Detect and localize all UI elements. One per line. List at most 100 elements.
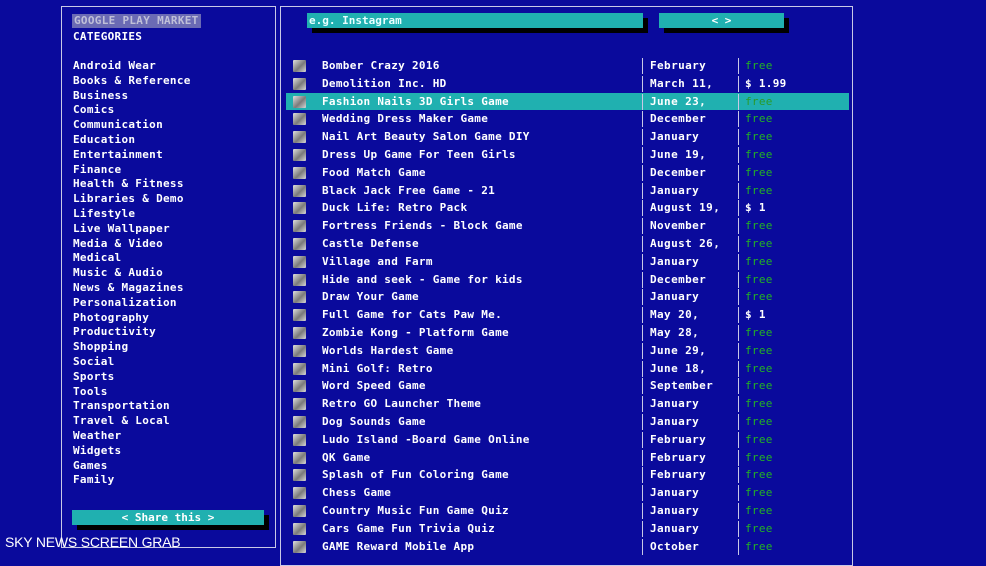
category-item[interactable]: Photography bbox=[73, 311, 191, 326]
app-date: June 23, bbox=[650, 94, 707, 108]
column-divider bbox=[642, 218, 643, 235]
category-item[interactable]: Libraries & Demo bbox=[73, 192, 191, 207]
column-divider bbox=[642, 378, 643, 395]
app-row[interactable]: Duck Life: Retro Pack August 19, $ 1 bbox=[286, 199, 849, 217]
category-item[interactable]: Shopping bbox=[73, 340, 191, 355]
app-row[interactable]: Country Music Fun Game Quiz January free bbox=[286, 502, 849, 520]
app-thumbnail-icon bbox=[293, 504, 306, 517]
app-thumbnail-icon bbox=[293, 309, 306, 322]
app-name: Chess Game bbox=[322, 486, 392, 500]
category-item[interactable]: Games bbox=[73, 459, 191, 474]
search-input[interactable] bbox=[307, 13, 643, 28]
app-row[interactable]: Zombie Kong - Platform Game May 28, free bbox=[286, 324, 849, 342]
category-item[interactable]: Widgets bbox=[73, 444, 191, 459]
app-row[interactable]: Castle Defense August 26, free bbox=[286, 235, 849, 253]
app-row[interactable]: QK Game February free bbox=[286, 449, 849, 467]
app-row[interactable]: Wedding Dress Maker Game December free bbox=[286, 110, 849, 128]
app-thumbnail-icon bbox=[293, 95, 306, 108]
app-thumbnail-icon bbox=[293, 184, 306, 197]
category-item[interactable]: Health & Fitness bbox=[73, 177, 191, 192]
app-row[interactable]: Word Speed Game September free bbox=[286, 377, 849, 395]
app-row[interactable]: Village and Farm January free bbox=[286, 253, 849, 271]
column-divider bbox=[738, 360, 739, 377]
app-row[interactable]: Retro GO Launcher Theme January free bbox=[286, 395, 849, 413]
category-item[interactable]: Business bbox=[73, 89, 191, 104]
app-date: January bbox=[650, 503, 700, 517]
app-date: January bbox=[650, 130, 700, 144]
app-row[interactable]: Bomber Crazy 2016 February free bbox=[286, 57, 849, 75]
category-item[interactable]: Books & Reference bbox=[73, 74, 191, 89]
app-name: Duck Life: Retro Pack bbox=[322, 201, 468, 215]
category-item[interactable]: Transportation bbox=[73, 399, 191, 414]
app-row[interactable]: Splash of Fun Coloring Game February free bbox=[286, 466, 849, 484]
category-item[interactable]: Music & Audio bbox=[73, 266, 191, 281]
app-row[interactable]: Black Jack Free Game - 21 January free bbox=[286, 182, 849, 200]
app-row[interactable]: GAME Reward Mobile App October free bbox=[286, 538, 849, 556]
category-item[interactable]: News & Magazines bbox=[73, 281, 191, 296]
app-price: free bbox=[745, 450, 773, 464]
column-divider bbox=[642, 413, 643, 430]
category-item[interactable]: Weather bbox=[73, 429, 191, 444]
column-divider bbox=[738, 129, 739, 146]
app-price: free bbox=[745, 112, 773, 126]
app-name: Retro GO Launcher Theme bbox=[322, 397, 482, 411]
app-name: Cars Game Fun Trivia Quiz bbox=[322, 521, 496, 535]
app-price: free bbox=[745, 361, 773, 375]
app-date: March 11, bbox=[650, 76, 714, 90]
app-row[interactable]: Fashion Nails 3D Girls Game June 23, free bbox=[286, 92, 849, 111]
share-button[interactable]: < Share this > bbox=[72, 510, 264, 525]
category-item[interactable]: Travel & Local bbox=[73, 414, 191, 429]
category-item[interactable]: Medical bbox=[73, 251, 191, 266]
app-row[interactable]: Full Game for Cats Paw Me. May 20, $ 1 bbox=[286, 306, 849, 324]
app-thumbnail-icon bbox=[293, 326, 306, 339]
category-item[interactable]: Entertainment bbox=[73, 148, 191, 163]
app-price: free bbox=[745, 503, 773, 517]
app-row[interactable]: Worlds Hardest Game June 29, free bbox=[286, 342, 849, 360]
app-date: January bbox=[650, 486, 700, 500]
category-item[interactable]: Productivity bbox=[73, 325, 191, 340]
category-item[interactable]: Communication bbox=[73, 118, 191, 133]
category-item[interactable]: Tools bbox=[73, 385, 191, 400]
app-date: August 19, bbox=[650, 201, 721, 215]
category-item[interactable]: Personalization bbox=[73, 296, 191, 311]
app-price: free bbox=[745, 379, 773, 393]
app-table: Bomber Crazy 2016 February free Demolition … bbox=[286, 57, 849, 555]
category-item[interactable]: Social bbox=[73, 355, 191, 370]
app-row[interactable]: Nail Art Beauty Salon Game DIY January fre… bbox=[286, 128, 849, 146]
category-item[interactable]: Comics bbox=[73, 103, 191, 118]
category-item[interactable]: Sports bbox=[73, 370, 191, 385]
category-item[interactable]: Live Wallpaper bbox=[73, 222, 191, 237]
app-thumbnail-icon bbox=[293, 362, 306, 375]
category-item[interactable]: Media & Video bbox=[73, 237, 191, 252]
app-row[interactable]: Fortress Friends - Block Game November fre… bbox=[286, 217, 849, 235]
app-row[interactable]: Hide and seek - Game for kids December fre… bbox=[286, 271, 849, 289]
category-item[interactable]: Family bbox=[73, 473, 191, 488]
app-price: free bbox=[745, 219, 773, 233]
column-divider bbox=[642, 502, 643, 519]
column-divider bbox=[642, 360, 643, 377]
app-row[interactable]: Dress Up Game For Teen Girls June 19, free bbox=[286, 146, 849, 164]
app-thumbnail-icon bbox=[293, 540, 306, 553]
app-row[interactable]: Draw Your Game January free bbox=[286, 288, 849, 306]
app-row[interactable]: Chess Game January free bbox=[286, 484, 849, 502]
category-item[interactable]: Lifestyle bbox=[73, 207, 191, 222]
app-row[interactable]: Mini Golf: Retro June 18, free bbox=[286, 360, 849, 378]
app-row[interactable]: Dog Sounds Game January free bbox=[286, 413, 849, 431]
app-price: free bbox=[745, 236, 773, 250]
app-date: September bbox=[650, 379, 714, 393]
pager-button[interactable]: < > bbox=[659, 13, 784, 28]
column-divider bbox=[738, 324, 739, 341]
app-row[interactable]: Ludo Island -Board Game Online February fr… bbox=[286, 431, 849, 449]
app-date: January bbox=[650, 183, 700, 197]
app-row[interactable]: Cars Game Fun Trivia Quiz January free bbox=[286, 520, 849, 538]
app-price: free bbox=[745, 397, 773, 411]
market-title: GOOGLE PLAY MARKET bbox=[72, 14, 201, 28]
app-row[interactable]: Demolition Inc. HD March 11, $ 1.99 bbox=[286, 75, 849, 93]
app-row[interactable]: Food Match Game December free bbox=[286, 164, 849, 182]
category-item[interactable]: Finance bbox=[73, 163, 191, 178]
app-price: free bbox=[745, 183, 773, 197]
category-item[interactable]: Education bbox=[73, 133, 191, 148]
category-item[interactable]: Android Wear bbox=[73, 59, 191, 74]
app-price: free bbox=[745, 147, 773, 161]
app-price: free bbox=[745, 539, 773, 553]
